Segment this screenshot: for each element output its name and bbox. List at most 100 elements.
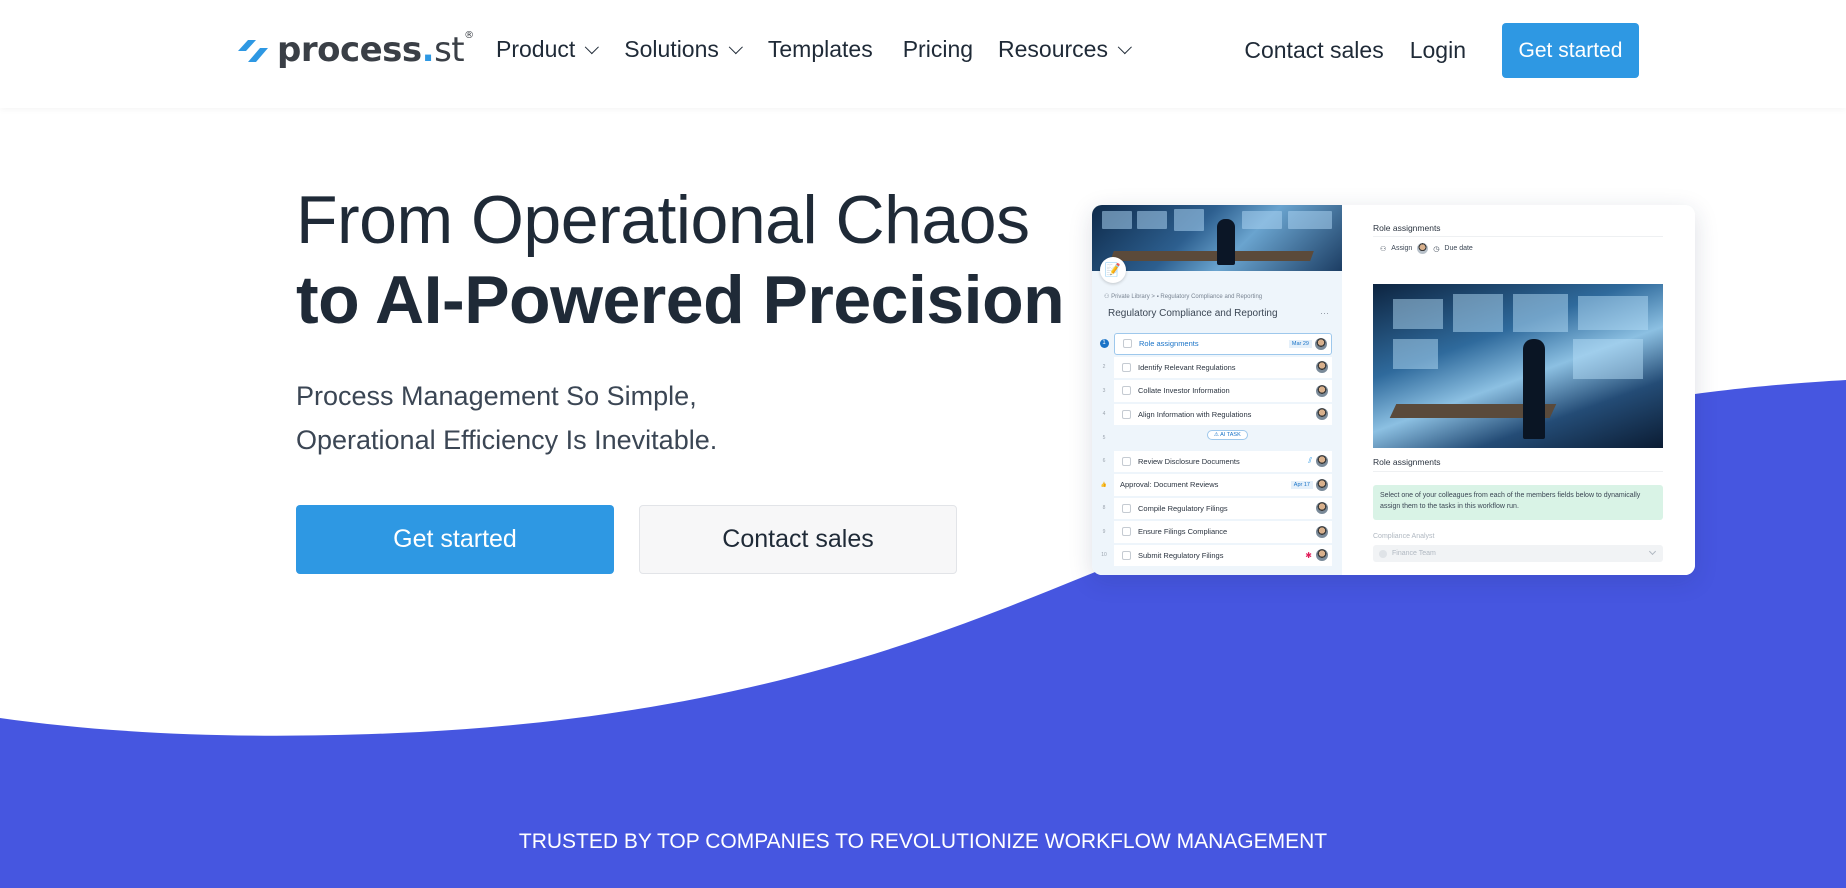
assignee-avatar: [1316, 455, 1328, 468]
nav-item-pricing[interactable]: Pricing: [903, 36, 973, 63]
hero-get-started-button[interactable]: Get started: [296, 505, 614, 574]
task-due-date: Mar 29: [1288, 339, 1312, 348]
member-placeholder-icon: [1379, 549, 1387, 558]
workflow-icon: ▪: [1156, 294, 1159, 300]
clock-icon: ◷: [1433, 245, 1440, 253]
due-date-button[interactable]: Due date: [1444, 245, 1472, 252]
task-checkbox[interactable]: [1123, 339, 1132, 349]
workflow-emoji-icon: 📝: [1100, 257, 1126, 283]
hero-subtitle-line-2: Operational Efficiency Is Inevitable.: [296, 425, 718, 455]
task-label: Ensure Filings Compliance: [1138, 527, 1228, 537]
nav-item-resources[interactable]: Resources: [998, 36, 1132, 63]
approval-task-item[interactable]: 👍 Approval: Document Reviews Apr 17: [1092, 473, 1342, 497]
assignee-avatar: [1315, 337, 1327, 350]
task-number: 10: [1101, 552, 1107, 559]
site-header: process.st® Product Solutions Templates …: [0, 0, 1846, 108]
nav-item-product[interactable]: Product: [496, 36, 600, 63]
assignee-avatar: [1316, 502, 1328, 515]
hero-subtitle: Process Management So Simple, Operationa…: [296, 374, 717, 462]
task-number: 8: [1102, 505, 1106, 512]
task-checkbox[interactable]: [1122, 503, 1131, 513]
member-select[interactable]: Finance Team: [1373, 545, 1663, 562]
task-list: 1 Role assignments Mar 29 2 Identify Rele…: [1092, 332, 1342, 567]
task-number: 4: [1102, 411, 1106, 418]
assignee-avatar: [1316, 549, 1328, 562]
task-image: [1373, 284, 1663, 448]
nav-item-label: Resources: [998, 36, 1108, 62]
task-item[interactable]: 3 Collate Investor Information: [1092, 379, 1342, 403]
hero-title-line-1: From Operational Chaos: [296, 182, 1030, 258]
breadcrumb-item[interactable]: Private Library: [1111, 294, 1150, 300]
chevron-down-icon: [1117, 39, 1132, 54]
task-label: Review Disclosure Documents: [1138, 456, 1240, 466]
assignee-avatar: [1316, 408, 1328, 421]
task-item[interactable]: 4 Align Information with Regulations: [1092, 403, 1342, 427]
chevron-down-icon: [1648, 547, 1657, 556]
task-due-date: Apr 17: [1290, 480, 1313, 489]
task-item[interactable]: 6 Review Disclosure Documents ⫽: [1092, 450, 1342, 474]
login-link[interactable]: Login: [1410, 37, 1466, 64]
assignee-avatar: [1316, 478, 1328, 491]
task-checkbox[interactable]: [1122, 362, 1131, 372]
divider: [1373, 471, 1663, 472]
ai-icon: ⚠: [1214, 432, 1219, 438]
hero-contact-sales-button[interactable]: Contact sales: [639, 505, 957, 574]
nav-item-solutions[interactable]: Solutions: [624, 36, 743, 63]
header-actions: Contact sales Login Get started: [1244, 23, 1639, 78]
task-item[interactable]: 1 Role assignments Mar 29: [1092, 332, 1342, 356]
workflow-title: Regulatory Compliance and Reporting: [1108, 308, 1278, 319]
task-item[interactable]: 2 Identify Relevant Regulations: [1092, 356, 1342, 380]
more-options-icon[interactable]: ···: [1320, 308, 1329, 318]
task-number: 1: [1099, 339, 1109, 349]
task-detail-title: Role assignments: [1373, 223, 1441, 233]
trusted-by-banner: TRUSTED BY TOP COMPANIES TO REVOLUTIONIZ…: [518, 830, 1328, 853]
task-label: Approval: Document Reviews: [1120, 480, 1219, 490]
task-number: 6: [1102, 458, 1106, 465]
process-st-icon: ⫽: [1308, 456, 1312, 466]
assignee-avatar: [1316, 361, 1328, 374]
logo-text: process.st®: [277, 30, 474, 70]
task-label: Identify Relevant Regulations: [1138, 362, 1236, 372]
task-meta: ⚇ Assign ◷ Due date: [1380, 243, 1473, 254]
info-note: Select one of your colleagues from each …: [1373, 485, 1663, 520]
task-number: 5: [1102, 434, 1106, 441]
task-item[interactable]: 8 Compile Regulatory Filings: [1092, 497, 1342, 521]
assignee-avatar: [1417, 243, 1429, 254]
divider: [1373, 236, 1663, 237]
slack-icon: ✱: [1305, 550, 1312, 560]
ai-task-item[interactable]: 5 ⚠ AI TASK: [1092, 426, 1342, 450]
task-checkbox[interactable]: [1122, 550, 1131, 560]
logo[interactable]: process.st®: [235, 30, 474, 70]
task-item[interactable]: 9 Ensure Filings Compliance: [1092, 520, 1342, 544]
user-icon: ⚇: [1380, 245, 1387, 253]
task-checkbox[interactable]: [1122, 409, 1131, 419]
process-st-logo-icon: [238, 40, 268, 62]
ai-task-label: AI TASK: [1220, 432, 1241, 438]
breadcrumb-item[interactable]: Regulatory Compliance and Reporting: [1160, 294, 1262, 300]
task-number: 2: [1102, 364, 1106, 371]
task-checkbox[interactable]: [1122, 527, 1131, 537]
task-label: Compile Regulatory Filings: [1138, 503, 1228, 513]
chevron-down-icon: [728, 39, 743, 54]
assign-button[interactable]: Assign: [1391, 245, 1412, 252]
contact-sales-link[interactable]: Contact sales: [1244, 37, 1383, 64]
task-number: 3: [1102, 387, 1106, 394]
approval-thumbs-icon: 👍: [1100, 481, 1108, 488]
nav-item-templates[interactable]: Templates: [768, 36, 873, 63]
assignee-avatar: [1316, 525, 1328, 538]
task-label: Role assignments: [1139, 339, 1199, 349]
task-checkbox[interactable]: [1122, 456, 1131, 466]
task-item[interactable]: 10 Submit Regulatory Filings ✱: [1092, 544, 1342, 568]
task-label: Submit Regulatory Filings: [1138, 550, 1224, 560]
ai-task-badge: ⚠ AI TASK: [1207, 430, 1248, 440]
section-title: Role assignments: [1373, 457, 1441, 467]
task-checkbox[interactable]: [1122, 386, 1131, 396]
hero-subtitle-line-1: Process Management So Simple,: [296, 381, 697, 411]
task-label: Align Information with Regulations: [1138, 409, 1252, 419]
header-get-started-button[interactable]: Get started: [1502, 23, 1639, 78]
task-detail-pane: Role assignments ⚇ Assign ◷ Due date Rol…: [1342, 205, 1695, 575]
nav-item-label: Solutions: [624, 36, 719, 62]
field-label: Compliance Analyst: [1373, 533, 1435, 540]
nav-item-label: Templates: [767, 36, 873, 62]
task-label: Collate Investor Information: [1138, 386, 1230, 396]
